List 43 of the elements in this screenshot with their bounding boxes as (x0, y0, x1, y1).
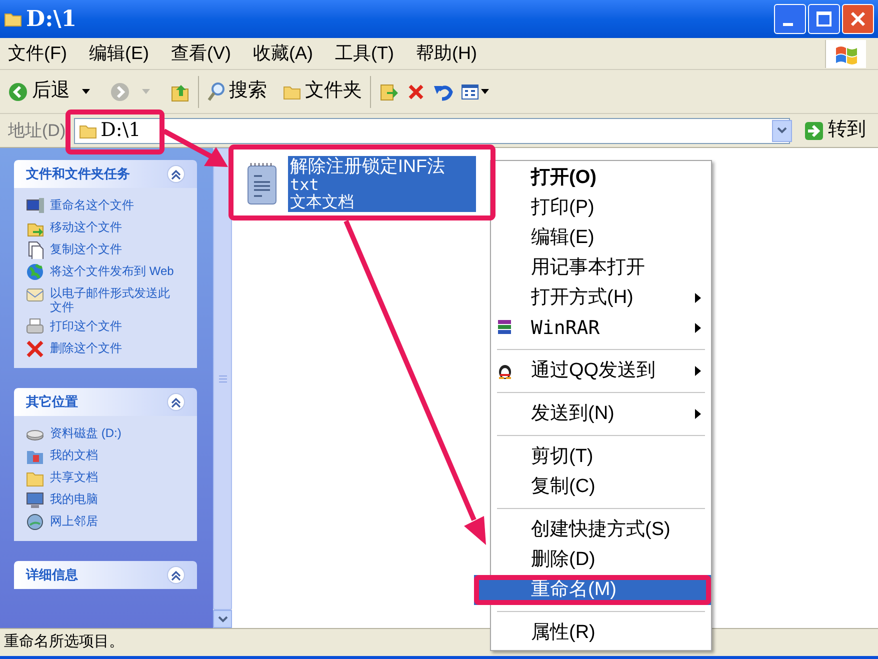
menu-item[interactable]: 帮助(H) (416, 40, 477, 67)
pane-header[interactable]: 其它位置 (14, 388, 197, 416)
menu-item[interactable]: 文件(F) (8, 40, 67, 67)
task-link[interactable]: 我的文档 (50, 446, 175, 462)
context-menu-item[interactable]: 打印(P) (491, 193, 711, 223)
window-title: D:\1 (26, 4, 77, 34)
menu-item[interactable]: 编辑(E) (88, 40, 149, 67)
task-link[interactable]: 共享文档 (50, 468, 175, 484)
go-button[interactable]: 转到 (804, 116, 866, 145)
pane-header[interactable]: 文件和文件夹任务 (14, 160, 197, 188)
context-menu-item[interactable]: 编辑(E) (491, 223, 711, 253)
context-menu-item[interactable]: 剪切(T) (491, 442, 711, 472)
context-menu-item[interactable]: 发送到(N) (491, 399, 711, 429)
task-link[interactable]: 以电子邮件形式发送此文件 (50, 284, 175, 314)
task-link[interactable]: 复制这个文件 (50, 240, 175, 256)
task-link[interactable]: 移动这个文件 (50, 218, 175, 234)
context-menu-item[interactable]: 删除(D) (491, 545, 711, 575)
task-link[interactable]: 删除这个文件 (50, 339, 175, 355)
context-menu-item[interactable]: 打开(O) (491, 163, 711, 193)
pane-header[interactable]: 详细信息 (14, 561, 197, 589)
folders-button[interactable]: 文件夹 (283, 77, 362, 106)
task-link[interactable]: 重命名这个文件 (50, 196, 175, 212)
context-menu-item[interactable]: 通过QQ发送到 (491, 356, 711, 386)
task-link[interactable]: 我的电脑 (50, 490, 175, 506)
status-text: 重命名所选项目。 (4, 632, 124, 652)
task-link[interactable]: 资料磁盘 (D:) (50, 424, 175, 440)
address-field[interactable]: D:\1 (74, 118, 790, 144)
task-link[interactable]: 网上邻居 (50, 512, 175, 528)
back-button[interactable]: 后退 (8, 77, 70, 106)
context-menu-item[interactable]: 复制(C) (491, 472, 711, 502)
task-link[interactable]: 将这个文件发布到 Web (50, 262, 175, 278)
menu-item[interactable]: 收藏(A) (252, 40, 313, 67)
context-menu-item[interactable]: 属性(R) (491, 618, 711, 648)
file-label[interactable]: 解除注册锁定INF法 txt 文本文档 (288, 156, 476, 212)
context-menu-item[interactable]: 创建快捷方式(S) (491, 515, 711, 545)
context-menu-item[interactable]: WinRAR (491, 313, 711, 343)
context-menu-item[interactable]: 用记事本打开 (491, 253, 711, 283)
menu-item[interactable]: 查看(V) (170, 40, 231, 67)
address-label: 地址(D) (8, 120, 66, 142)
task-link[interactable]: 打印这个文件 (50, 317, 175, 333)
search-button[interactable]: 搜索 (207, 77, 267, 106)
context-menu-item[interactable]: 打开方式(H) (491, 283, 711, 313)
menu-item[interactable]: 工具(T) (334, 40, 394, 67)
